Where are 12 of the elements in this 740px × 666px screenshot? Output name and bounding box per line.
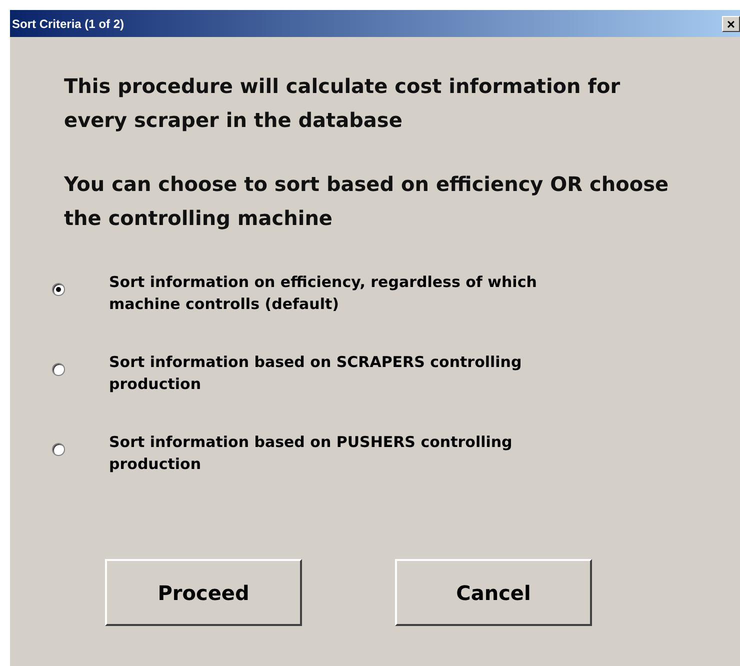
close-button[interactable]: × — [722, 16, 740, 32]
option-label[interactable]: Sort information on efficiency, regardless of which machine controlls (default) — [109, 271, 609, 315]
intro-text: This procedure will calculate cost information for every scraper in the database — [64, 73, 622, 134]
option-label[interactable]: Sort information based on PUSHERS controlling production — [109, 431, 609, 475]
intro-text: You can choose to sort based on efficiency OR choose the controlling machine — [64, 171, 670, 232]
cancel-button[interactable]: Cancel — [395, 559, 592, 626]
proceed-button[interactable]: Proceed — [105, 559, 302, 626]
radio-button[interactable] — [52, 363, 65, 376]
radio-button[interactable] — [52, 443, 65, 456]
radio-button[interactable] — [52, 283, 65, 296]
window-title: Sort Criteria (1 of 2) — [11, 16, 124, 30]
option-label[interactable]: Sort information based on SCRAPERS controlling production — [109, 351, 609, 395]
